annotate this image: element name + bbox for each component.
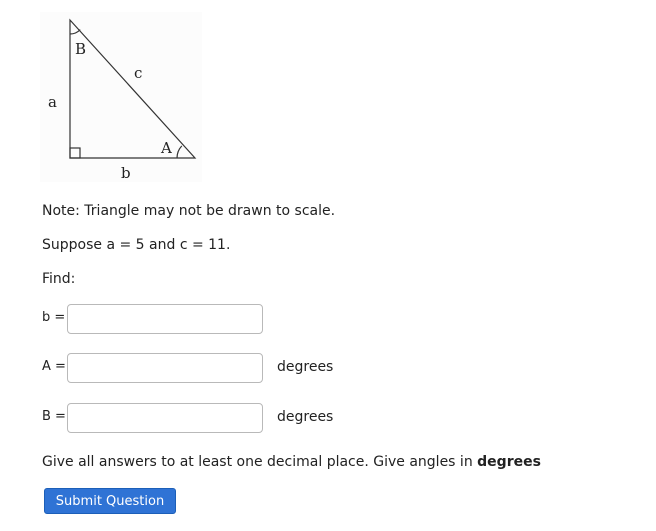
scale-note: Note: Triangle may not be drawn to scale… [42,203,336,219]
unit-label-A: degrees [277,359,334,375]
side-label-a: a [48,93,57,111]
angle-A-arc [176,145,183,159]
instructions-text: Give all answers to at least one decimal… [42,454,478,470]
triangle-figure: B A a b c [40,12,202,182]
vertex-label-A: A [160,139,172,157]
answer-instructions: Give all answers to at least one decimal… [42,453,541,471]
vertex-label-B: B [75,40,86,58]
question-page: B A a b c Note: Triangle may not be draw… [0,0,656,531]
answer-label-B: B = [42,409,66,424]
given-values: Suppose a = 5 and c = 11. [42,237,231,253]
answer-label-A: A = [42,359,66,374]
instructions-emphasis: degrees [477,454,541,470]
answer-input-b[interactable] [67,304,263,334]
right-angle-marker [69,147,81,159]
answer-input-B[interactable] [67,403,263,433]
answer-label-b: b = [42,310,66,325]
side-label-b: b [121,164,131,182]
find-label: Find: [42,271,76,287]
submit-question-button[interactable]: Submit Question [44,488,176,514]
right-triangle-diagram: B A a b c [48,18,197,182]
side-label-c: c [134,64,142,82]
answer-input-A[interactable] [67,353,263,383]
angle-B-arc [69,29,81,35]
unit-label-B: degrees [277,409,334,425]
triangle-outline [69,18,197,159]
